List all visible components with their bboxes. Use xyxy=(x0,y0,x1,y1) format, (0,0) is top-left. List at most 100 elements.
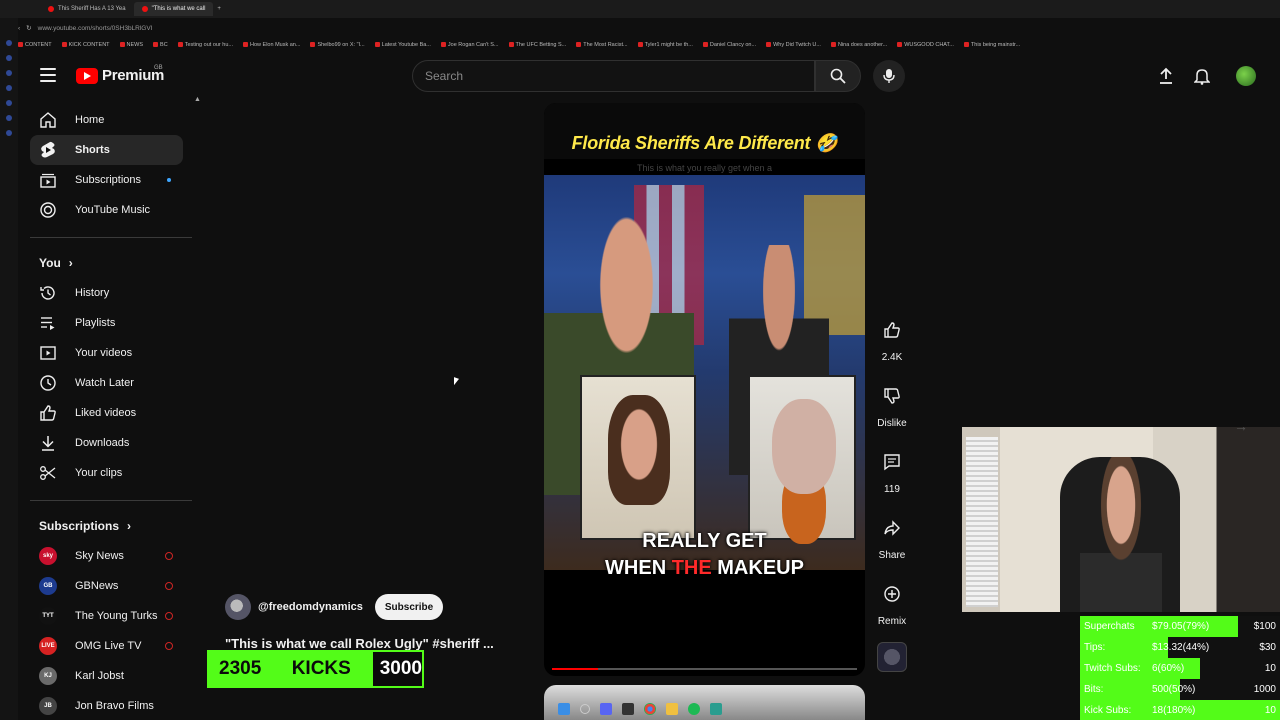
sidebar-subscription-item[interactable]: sky Sky News xyxy=(30,541,200,571)
menu-icon[interactable] xyxy=(40,68,56,82)
address-bar[interactable]: ‹ ↻ www.youtube.com/shorts/0SH3bLRlGVI xyxy=(18,20,1258,36)
windows-start-icon[interactable] xyxy=(558,703,570,715)
sidebar-item-label: GBNews xyxy=(75,580,119,592)
bookmark-favicon-icon xyxy=(61,42,67,48)
discord-icon[interactable] xyxy=(600,703,612,715)
scroll-up-icon[interactable]: ▲ xyxy=(194,96,201,103)
bookmark-item[interactable]: Joe Rogan Can't S... xyxy=(440,42,499,48)
sidebar-item-your-videos[interactable]: Your videos xyxy=(30,338,200,368)
sidebar-item-watch-later[interactable]: Watch Later xyxy=(30,368,200,398)
bookmark-favicon-icon xyxy=(830,42,836,48)
bookmark-item[interactable]: WUSGOOD CHAT... xyxy=(897,42,954,48)
folder-icon[interactable] xyxy=(666,703,678,715)
sidebar-item-subscriptions[interactable]: Subscriptions xyxy=(30,165,200,195)
sidebar-subscription-item[interactable]: LIVE OMG Live TV xyxy=(30,631,200,661)
sidebar-item-home[interactable]: Home xyxy=(30,105,200,135)
donation-goal: 1000 xyxy=(1253,684,1276,695)
video-caption: REALLY GET WHEN THE MAKEUP xyxy=(544,528,865,582)
bookmark-item[interactable]: This being mainstr... xyxy=(963,42,1020,48)
spotify-icon[interactable] xyxy=(688,703,700,715)
reload-icon[interactable]: ↻ xyxy=(26,24,31,32)
sidebar-item-your-clips[interactable]: Your clips xyxy=(30,458,200,488)
browser-tab-active[interactable]: "This is what we call xyxy=(133,2,214,16)
comments-action[interactable]: 119 xyxy=(874,444,910,495)
channel-avatar[interactable] xyxy=(225,594,251,620)
sidebar-subscription-item[interactable]: TYT The Young Turks xyxy=(30,601,200,631)
sidebar-item-label: Watch Later xyxy=(75,377,134,389)
sidebar-subscription-item[interactable]: GB GBNews xyxy=(30,571,200,601)
bookmark-favicon-icon xyxy=(374,42,380,48)
search-box[interactable] xyxy=(412,60,815,92)
bookmark-item[interactable]: Testing out our hu... xyxy=(177,42,233,48)
bookmark-favicon-icon xyxy=(243,42,248,48)
bookmark-item[interactable]: Tyler1 might be th... xyxy=(637,42,693,48)
back-icon[interactable]: ‹ xyxy=(18,25,20,32)
search-input[interactable] xyxy=(425,69,814,83)
subscriptions-icon xyxy=(39,171,57,189)
sidebar-item-playlists[interactable]: Playlists xyxy=(30,308,200,338)
sidebar-subscription-item[interactable]: KJ Karl Jobst xyxy=(30,661,200,691)
bookmark-item[interactable]: KICK CONTENT xyxy=(61,42,110,48)
donation-goal-row: Tips: $13.32(44%) $30 xyxy=(1080,637,1280,658)
bookmark-item[interactable]: Nina does another... xyxy=(830,42,887,48)
donation-current: $13.32(44%) xyxy=(1152,642,1210,653)
bookmark-item[interactable]: NEWS xyxy=(119,42,143,48)
sidebar-item-label: History xyxy=(75,287,110,299)
app-icon[interactable] xyxy=(710,703,722,715)
url-text[interactable]: www.youtube.com/shorts/0SH3bLRlGVI xyxy=(38,25,153,32)
short-title[interactable]: "This is what we call Rolex Ugly" #sheri… xyxy=(225,636,494,651)
sidebar-item-liked-videos[interactable]: Liked videos xyxy=(30,398,200,428)
browser-tab[interactable]: This Sheriff Has A 13 Yea xyxy=(40,2,134,16)
bookmark-item[interactable]: Latest Youtube Ba... xyxy=(374,42,431,48)
dislike-action[interactable]: Dislike xyxy=(874,378,910,429)
bookmark-item[interactable]: Daniel Clancy on... xyxy=(702,42,756,48)
bookmark-item[interactable]: How Elon Musk an... xyxy=(243,42,300,48)
section-title: Subscriptions xyxy=(39,519,120,533)
caption-line-2: WHEN THE MAKEUP xyxy=(605,557,804,579)
share-action[interactable]: Share xyxy=(874,510,910,561)
bookmark-favicon-icon xyxy=(119,42,125,48)
section-title: You xyxy=(39,256,61,270)
donation-goal: $100 xyxy=(1253,621,1276,632)
sidebar-item-label: The Young Turks xyxy=(75,610,158,622)
sidebar-item-downloads[interactable]: Downloads xyxy=(30,428,200,458)
bookmark-item[interactable]: BC xyxy=(153,42,168,48)
sidebar-divider xyxy=(30,237,192,238)
bookmark-item[interactable]: Shelbo99 on X: "I... xyxy=(310,42,365,48)
create-button[interactable] xyxy=(1156,66,1176,86)
home-icon xyxy=(39,111,57,129)
bookmark-item[interactable]: The Most Racist... xyxy=(576,42,628,48)
remix-action[interactable]: Remix xyxy=(874,576,910,627)
voice-search-button[interactable] xyxy=(873,60,905,92)
subscribe-button[interactable]: Subscribe xyxy=(374,594,444,620)
sidebar-item-shorts[interactable]: Shorts xyxy=(30,135,183,165)
search-button[interactable] xyxy=(815,60,861,92)
chrome-icon[interactable] xyxy=(644,703,656,715)
short-video-player[interactable]: Florida Sheriffs Are Different 🤣 This is… xyxy=(544,103,865,676)
sidebar-item-label: Downloads xyxy=(75,437,130,449)
youtube-premium-logo[interactable]: Premium GB xyxy=(76,65,164,84)
sidebar-subscriptions-header[interactable]: Subscriptions › xyxy=(30,511,200,541)
sidebar-item-history[interactable]: History xyxy=(30,278,200,308)
bookmark-favicon-icon xyxy=(897,42,903,48)
video-progress-bar[interactable] xyxy=(552,668,857,670)
bookmark-item[interactable]: Why Did Twitch U... xyxy=(766,42,821,48)
like-action[interactable]: 2.4K xyxy=(874,312,910,363)
video-title-overlay: Florida Sheriffs Are Different 🤣 xyxy=(544,103,865,159)
search-icon[interactable] xyxy=(580,704,590,714)
new-tab-icon[interactable]: + xyxy=(217,6,221,12)
video-subtitle-overlay: This is what you really get when a xyxy=(636,163,773,173)
sidebar-item-label: Karl Jobst xyxy=(75,670,124,682)
streamer-video xyxy=(1080,457,1162,612)
next-short-arrow-icon[interactable]: → xyxy=(1234,418,1248,434)
bookmark-item[interactable]: The UFC Betting S... xyxy=(508,42,566,48)
channel-name[interactable]: @freedomdynamics xyxy=(258,601,363,613)
account-avatar[interactable] xyxy=(1236,66,1256,86)
obs-icon[interactable] xyxy=(622,703,634,715)
sound-thumbnail[interactable] xyxy=(877,642,907,672)
donation-label: Bits: xyxy=(1084,684,1104,695)
sidebar-you-header[interactable]: You › xyxy=(30,248,200,278)
sidebar-item-youtube-music[interactable]: YouTube Music xyxy=(30,195,200,225)
notifications-button[interactable] xyxy=(1192,66,1212,86)
bookmark-item[interactable]: CONTENT xyxy=(18,42,52,48)
